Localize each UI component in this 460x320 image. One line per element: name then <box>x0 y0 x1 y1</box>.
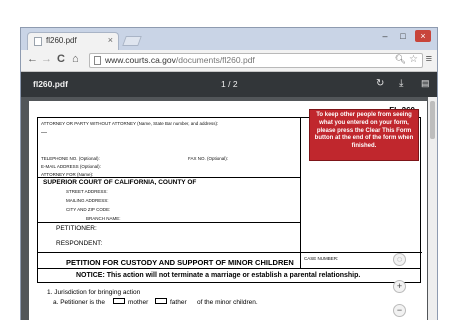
fax-label: FAX NO. (Optional): <box>188 156 229 161</box>
pdf-viewer: fl260.pdf 1 / 2 ↻ ⤓ ▤ FL-260 ATTORNEY OR… <box>21 72 437 320</box>
branch-name-label: BRANCH NAME: <box>86 216 121 221</box>
close-window-button[interactable]: × <box>415 30 431 42</box>
scrollbar[interactable] <box>428 97 437 320</box>
back-button[interactable]: ← <box>27 53 38 65</box>
scrollbar-thumb[interactable] <box>430 101 435 139</box>
fit-page-icon[interactable]: ◌ <box>393 253 406 266</box>
browser-toolbar: ← → C ⌂ www.courts.ca.gov/documents/fl26… <box>21 50 437 72</box>
divider <box>38 222 300 223</box>
respondent-label: RESPONDENT: <box>56 240 103 247</box>
rotate-icon[interactable]: ↻ <box>376 78 384 89</box>
notice-row: NOTICE: This action will not terminate a… <box>37 269 421 283</box>
tab-close-icon[interactable]: × <box>108 35 113 45</box>
jurisdiction-heading: 1. Jurisdiction for bringing action <box>47 289 141 296</box>
pdf-file-icon <box>34 37 42 46</box>
zoom-icon[interactable]: 🔍︎ <box>395 54 406 65</box>
page-current[interactable]: 1 <box>221 79 226 89</box>
clear-form-notice: To keep other people from seeing what yo… <box>309 109 419 161</box>
father-checkbox[interactable] <box>155 298 167 304</box>
minimize-button[interactable]: – <box>377 30 393 42</box>
download-icon[interactable]: ⤓ <box>399 78 403 89</box>
mother-label: mother <box>128 299 149 306</box>
new-tab-button[interactable] <box>122 36 142 46</box>
tab-strip: fl260.pdf × – □ × <box>21 28 437 50</box>
browser-window: fl260.pdf × – □ × ← → C ⌂ www.courts.ca.… <box>20 27 438 320</box>
menu-button[interactable]: ≡ <box>426 53 432 65</box>
divider <box>38 177 300 178</box>
column-divider <box>300 118 301 268</box>
pdf-toolbar: fl260.pdf 1 / 2 ↻ ⤓ ▤ <box>21 72 437 97</box>
tab-title: fl260.pdf <box>46 36 77 45</box>
attorney-label: ATTORNEY OR PARTY WITHOUT ATTORNEY (Name… <box>41 121 219 126</box>
bookmark-star-icon[interactable]: ☆ <box>409 54 418 65</box>
zoom-in-icon[interactable]: + <box>393 280 406 293</box>
home-button[interactable]: ⌂ <box>72 53 79 65</box>
minor-children-label: of the minor children. <box>197 299 258 306</box>
petition-title: PETITION FOR CUSTODY AND SUPPORT OF MINO… <box>66 258 294 267</box>
pdf-page: FL-260 ATTORNEY OR PARTY WITHOUT ATTORNE… <box>29 101 427 320</box>
page-icon <box>94 56 101 65</box>
case-number-label: CASE NUMBER: <box>304 256 339 261</box>
court-heading: SUPERIOR COURT OF CALIFORNIA, COUNTY OF <box>43 179 197 186</box>
page-total: 2 <box>232 79 238 89</box>
city-zip-label: CITY AND ZIP CODE: <box>66 207 111 212</box>
print-icon[interactable]: ▤ <box>421 78 430 89</box>
url-text: www.courts.ca.gov/documents/fl260.pdf <box>105 55 255 65</box>
notice-text: NOTICE: This action will not terminate a… <box>76 272 361 279</box>
email-label: E-MAIL ADDRESS (Optional): <box>41 164 101 169</box>
petitioner-label: PETITIONER: <box>56 225 97 232</box>
zoom-out-icon[interactable]: − <box>393 304 406 317</box>
mother-checkbox[interactable] <box>113 298 125 304</box>
forward-button[interactable]: → <box>41 53 52 65</box>
address-bar[interactable]: www.courts.ca.gov/documents/fl260.pdf 🔍︎… <box>89 53 423 68</box>
street-address-label: STREET ADDRESS: <box>66 189 108 194</box>
page-indicator: 1 / 2 <box>221 79 238 89</box>
reload-button[interactable]: C <box>57 53 65 65</box>
tab-fl260[interactable]: fl260.pdf × <box>27 32 119 50</box>
attorney-field[interactable]: — <box>41 130 47 136</box>
divider <box>38 252 422 253</box>
maximize-button[interactable]: □ <box>395 30 411 42</box>
petitioner-is-label: a. Petitioner is the <box>53 299 106 306</box>
telephone-label: TELEPHONE NO. (Optional): <box>41 156 100 161</box>
pdf-filename: fl260.pdf <box>33 79 68 89</box>
mailing-address-label: MAILING ADDRESS: <box>66 198 109 203</box>
father-label: father <box>170 299 187 306</box>
